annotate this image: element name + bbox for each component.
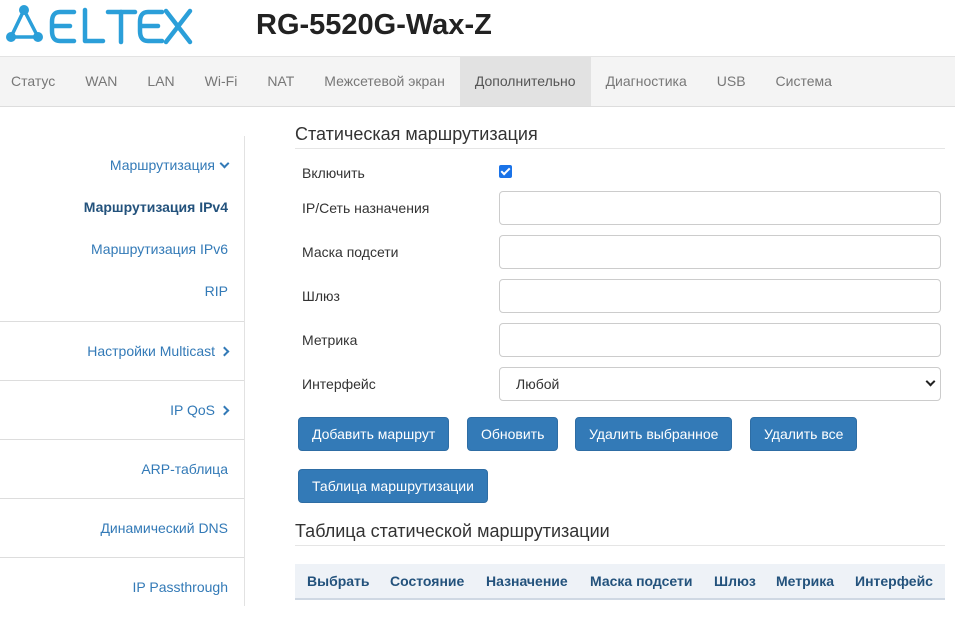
sidebar-group-qos: IP QoS: [0, 380, 244, 439]
nav-system[interactable]: Система: [761, 57, 847, 106]
header: RG-5520G-Wax-Z: [0, 0, 955, 56]
metric-label: Метрика: [302, 332, 358, 348]
chevron-down-icon: [219, 158, 230, 169]
gateway-row: Шлюз: [295, 279, 945, 313]
nav-status[interactable]: Статус: [0, 57, 70, 106]
destination-label: IP/Сеть назначения: [302, 200, 430, 216]
device-model: RG-5520G-Wax-Z: [256, 9, 492, 41]
sidebar-group-arp: ARP-таблица: [0, 439, 244, 498]
interface-select[interactable]: Любой: [499, 367, 941, 401]
delete-all-button[interactable]: Удалить все: [750, 417, 858, 451]
nav-wifi[interactable]: Wi-Fi: [190, 57, 253, 106]
sidebar-item-rip[interactable]: RIP: [0, 283, 244, 313]
sidebar-item-label: Маршрутизация: [109, 157, 215, 173]
main-content: Статическая маршрутизация Включить IP/Се…: [295, 124, 945, 600]
sidebar-group-routing: Маршрутизация Маршрутизация IPv4 Маршрут…: [0, 136, 244, 321]
page-title: Статическая маршрутизация: [295, 124, 945, 149]
chevron-right-icon: [219, 346, 230, 357]
sidebar-item-label: RIP: [204, 283, 228, 299]
enable-row: Включить: [295, 164, 945, 184]
sidebar-item-passthrough[interactable]: IP Passthrough: [0, 579, 244, 595]
sidebar: Маршрутизация Маршрутизация IPv4 Маршрут…: [0, 136, 245, 606]
nav-wan[interactable]: WAN: [70, 57, 132, 106]
enable-checkbox[interactable]: [499, 165, 512, 178]
column-select[interactable]: Выбрать: [295, 564, 379, 598]
nav-firewall[interactable]: Межсетевой экран: [309, 57, 460, 106]
sidebar-item-routing-ipv4[interactable]: Маршрутизация IPv4: [0, 199, 244, 241]
eltex-logo[interactable]: [4, 4, 194, 48]
sidebar-item-routing[interactable]: Маршрутизация: [0, 157, 244, 199]
routing-table-button[interactable]: Таблица маршрутизации: [298, 469, 488, 503]
gateway-input[interactable]: [499, 279, 941, 313]
mask-label: Маска подсети: [302, 244, 399, 260]
sidebar-item-arp[interactable]: ARP-таблица: [0, 461, 244, 477]
gateway-label: Шлюз: [302, 288, 340, 304]
refresh-button[interactable]: Обновить: [467, 417, 559, 451]
nav-lan[interactable]: LAN: [132, 57, 189, 106]
static-table-title: Таблица статической маршрутизации: [295, 521, 945, 546]
destination-row: IP/Сеть назначения: [295, 191, 945, 225]
column-mask[interactable]: Маска подсети: [579, 564, 703, 598]
nav-advanced[interactable]: Дополнительно: [459, 57, 591, 106]
sidebar-item-label: IP QoS: [170, 402, 215, 418]
nav-diagnostics[interactable]: Диагностика: [591, 57, 702, 106]
column-gateway[interactable]: Шлюз: [703, 564, 765, 598]
sidebar-item-label: ARP-таблица: [141, 461, 228, 477]
metric-input[interactable]: [499, 323, 941, 357]
sidebar-item-label: Маршрутизация IPv6: [90, 241, 228, 257]
interface-row: Интерфейс Любой: [295, 367, 945, 401]
nav-usb[interactable]: USB: [702, 57, 761, 106]
top-navigation: Статус WAN LAN Wi-Fi NAT Межсетевой экра…: [0, 56, 955, 107]
sidebar-item-ddns[interactable]: Динамический DNS: [0, 520, 244, 536]
sidebar-item-label: IP Passthrough: [132, 579, 228, 595]
sidebar-item-multicast[interactable]: Настройки Multicast: [0, 343, 244, 359]
sidebar-item-routing-ipv6[interactable]: Маршрутизация IPv6: [0, 241, 244, 283]
add-route-button[interactable]: Добавить маршрут: [298, 417, 450, 451]
interface-selected-value: Любой: [516, 376, 560, 392]
enable-label: Включить: [302, 165, 365, 181]
destination-input[interactable]: [499, 191, 941, 225]
column-status[interactable]: Состояние: [379, 564, 475, 598]
sidebar-group-ddns: Динамический DNS: [0, 498, 244, 557]
chevron-right-icon: [219, 405, 230, 416]
sidebar-item-label: Маршрутизация IPv4: [83, 199, 228, 215]
delete-selected-button[interactable]: Удалить выбранное: [575, 417, 733, 451]
sidebar-item-label: Настройки Multicast: [87, 343, 215, 359]
column-metric[interactable]: Метрика: [765, 564, 844, 598]
mask-row: Маска подсети: [295, 235, 945, 269]
metric-row: Метрика: [295, 323, 945, 357]
routes-table-header: Выбрать Состояние Назначение Маска подсе…: [295, 564, 945, 600]
nav-nat[interactable]: NAT: [252, 57, 309, 106]
sidebar-item-qos[interactable]: IP QoS: [0, 402, 244, 418]
sidebar-item-label: Динамический DNS: [100, 520, 228, 536]
interface-label: Интерфейс: [302, 376, 376, 392]
chevron-down-icon: [925, 376, 936, 387]
column-interface[interactable]: Интерфейс: [844, 564, 945, 598]
column-destination[interactable]: Назначение: [475, 564, 579, 598]
sidebar-group-multicast: Настройки Multicast: [0, 321, 244, 380]
mask-input[interactable]: [499, 235, 941, 269]
sidebar-group-passthrough: IP Passthrough: [0, 557, 244, 606]
